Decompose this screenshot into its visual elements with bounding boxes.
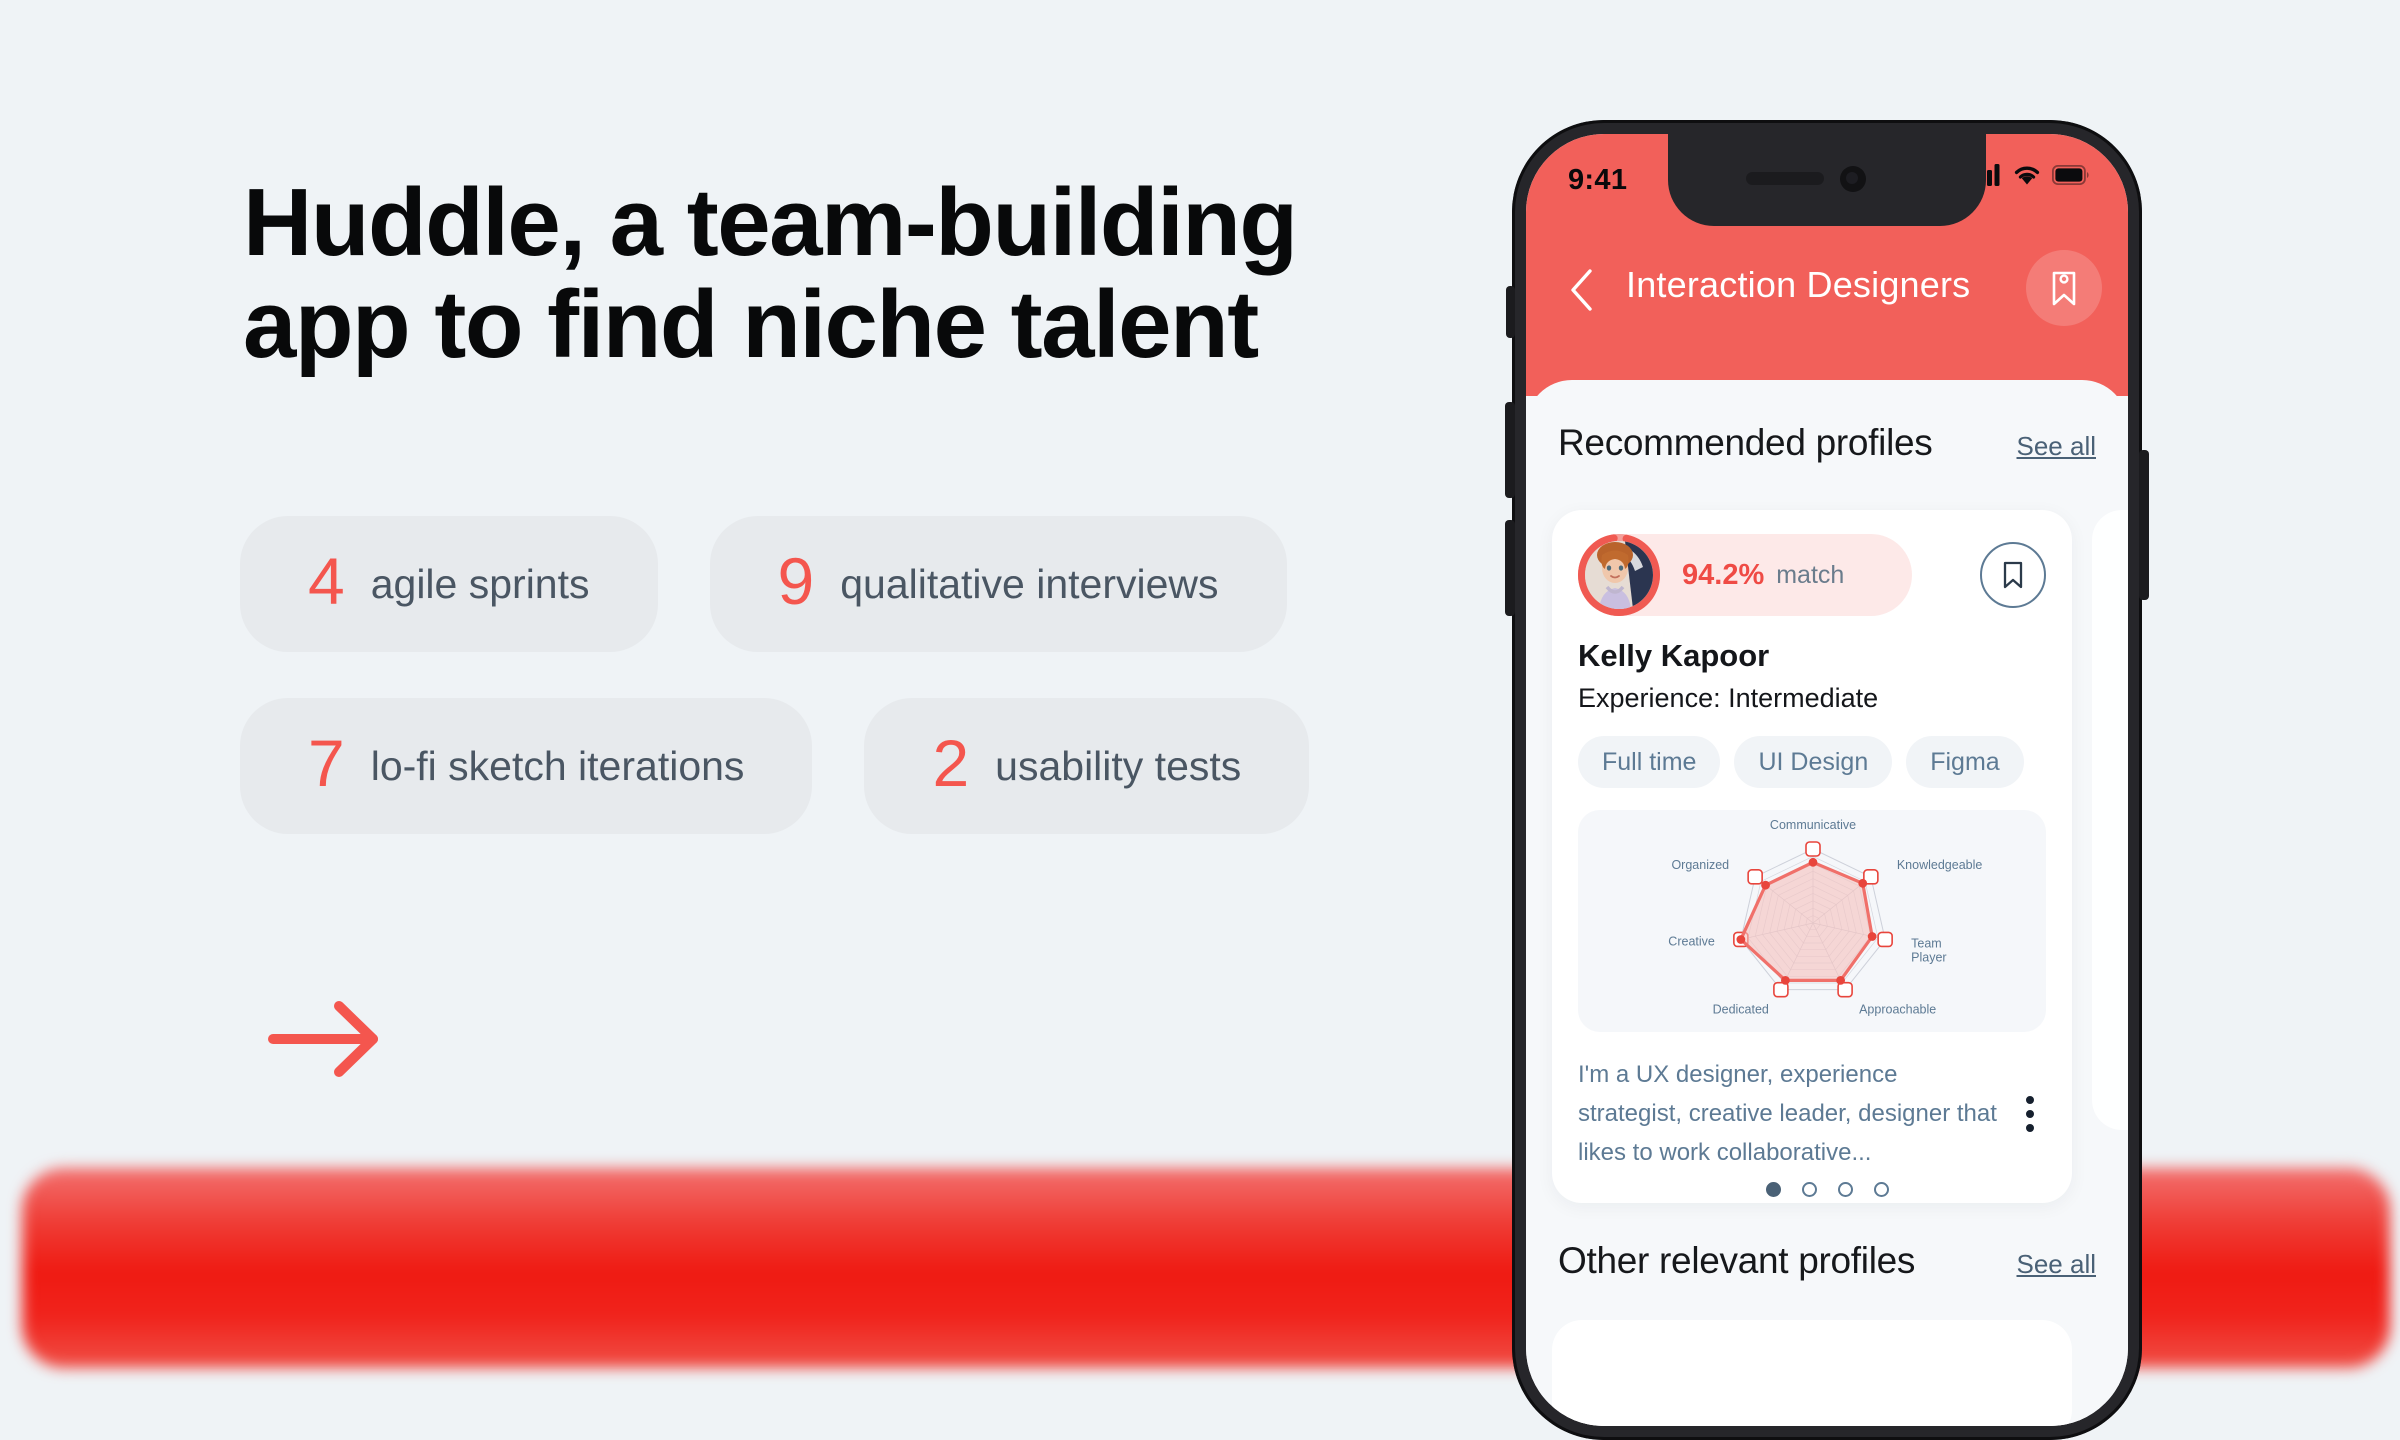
- radar-axis-label: Organized: [1671, 858, 1729, 872]
- stat-label: lo-fi sketch iterations: [370, 742, 745, 789]
- avatar-portrait-icon: [1585, 541, 1653, 609]
- profile-more-button[interactable]: [2014, 1096, 2046, 1133]
- other-profile-card[interactable]: [1552, 1320, 2072, 1426]
- app-body: Recommended profiles See all 94.2% match…: [1526, 380, 2128, 1426]
- next-slide-button[interactable]: [265, 1000, 385, 1083]
- stats-grid: 4 agile sprints 9 qualitative interviews…: [240, 516, 1420, 880]
- stat-pill-usability-tests: 2 usability tests: [864, 698, 1310, 834]
- radar-axis-label: Dedicated: [1713, 1003, 1769, 1017]
- section-title: Recommended profiles: [1558, 422, 1933, 463]
- left-content: Huddle, a team-building app to find nich…: [0, 0, 1480, 1350]
- see-all-recommended-link[interactable]: See all: [2017, 431, 2097, 462]
- section-title: Other relevant profiles: [1558, 1240, 1916, 1281]
- stat-label: qualitative interviews: [840, 560, 1219, 607]
- carousel-dot[interactable]: [1873, 1182, 1889, 1197]
- stat-label: agile sprints: [370, 560, 590, 607]
- arrow-right-icon: [268, 1001, 378, 1077]
- page-title: Huddle, a team-building app to find nich…: [243, 172, 1473, 376]
- stat-pill-lofi-sketch-iterations: 7 lo-fi sketch iterations: [240, 698, 813, 834]
- see-all-other-link[interactable]: See all: [2017, 1249, 2097, 1280]
- stat-number: 7: [308, 726, 345, 800]
- carousel-dot[interactable]: [1837, 1182, 1853, 1197]
- radar-chart-svg: Communicative Knowledgeable TeamPlayer Appr…: [1668, 818, 1983, 1017]
- status-bar-time: 9:41: [1568, 164, 1628, 196]
- kebab-menu-icon: [2026, 1110, 2034, 1119]
- back-button[interactable]: [1554, 262, 1610, 318]
- match-percent: 94.2%: [1682, 558, 1765, 591]
- notch-front-camera: [1840, 166, 1866, 192]
- carousel-dot[interactable]: [1801, 1182, 1817, 1197]
- stat-pill-agile-sprints: 4 agile sprints: [240, 516, 658, 652]
- match-label: match: [1776, 560, 1845, 589]
- kebab-menu-icon: [2026, 1124, 2034, 1133]
- wifi-icon: [2014, 166, 2040, 184]
- match-row: 94.2% match: [1578, 534, 2046, 616]
- carousel-pagination: [1526, 1182, 2128, 1197]
- bookmark-icon: [2052, 271, 2076, 306]
- stat-number: 4: [308, 544, 345, 618]
- section-header-other: Other relevant profiles See all: [1526, 1240, 2128, 1296]
- stat-pill-qualitative-interviews: 9 qualitative interviews: [709, 516, 1287, 652]
- profile-bio-row: I'm a UX designer, experience strategist…: [1578, 1056, 2046, 1173]
- radar-axis-label: Player: [1911, 950, 1946, 964]
- status-bar-icons: [1972, 164, 2090, 186]
- chevron-left-icon: [1571, 269, 1592, 311]
- save-profile-button[interactable]: [1980, 542, 2046, 608]
- nav-title: Interaction Designers: [1626, 264, 1971, 305]
- headline-line-2: app to find niche talent: [243, 270, 1259, 378]
- profile-name: Kelly Kapoor: [1578, 638, 1770, 673]
- phone-notch: [1668, 134, 1986, 226]
- bookmark-outline-icon: [2003, 561, 2023, 589]
- profile-experience: Experience: Intermediate: [1578, 683, 1879, 713]
- radar-axis-label: Knowledgeable: [1897, 858, 1983, 872]
- carousel-dot[interactable]: [1765, 1182, 1781, 1197]
- section-header-recommended: Recommended profiles See all: [1526, 422, 2128, 478]
- stat-number: 9: [777, 544, 815, 618]
- profile-tags: Full time UI Design Figma: [1578, 736, 2046, 788]
- phone-volume-up-button[interactable]: [1505, 402, 1515, 498]
- phone-volume-down-button[interactable]: [1505, 520, 1515, 616]
- stats-row-2: 7 lo-fi sketch iterations 2 usability te…: [240, 698, 1420, 834]
- next-profile-card-peek[interactable]: [2092, 510, 2128, 1130]
- phone-screen: 9:41 Interaction Designers Recommended p…: [1526, 134, 2128, 1426]
- avatar-photo: [1585, 541, 1653, 609]
- phone-mockup: 9:41 Interaction Designers Recommended p…: [1505, 120, 2149, 1440]
- profile-bio: I'm a UX designer, experience strategist…: [1578, 1061, 1997, 1166]
- radar-axis-label: Creative: [1668, 934, 1715, 948]
- header-bookmark-button[interactable]: [2026, 250, 2102, 326]
- radar-axis-label: Communicative: [1770, 818, 1856, 832]
- phone-mute-switch[interactable]: [1506, 286, 1515, 338]
- nav-bar: Interaction Designers: [1526, 244, 2128, 340]
- tag-ui-design[interactable]: UI Design: [1734, 736, 1893, 788]
- stat-label: usability tests: [995, 742, 1242, 789]
- stat-number: 2: [932, 726, 970, 800]
- radar-axis-label: Approachable: [1859, 1003, 1936, 1017]
- tag-figma[interactable]: Figma: [1906, 736, 2024, 788]
- headline-line-1: Huddle, a team-building: [243, 169, 1298, 276]
- stats-row-1: 4 agile sprints 9 qualitative interviews: [240, 516, 1420, 652]
- battery-icon: [2052, 165, 2089, 185]
- match-badge: 94.2% match: [1578, 534, 1912, 616]
- kebab-menu-icon: [2026, 1096, 2034, 1105]
- notch-speaker: [1746, 172, 1824, 185]
- radar-chart: Communicative Knowledgeable Team Player Appr…: [1578, 810, 2046, 1032]
- radar-axis-label: Team: [1911, 936, 1942, 950]
- avatar: [1578, 534, 1660, 616]
- phone-power-button[interactable]: [2139, 450, 2149, 600]
- profile-card[interactable]: 94.2% match Kelly Kapoor Experience: Int…: [1552, 510, 2072, 1203]
- app-header: 9:41 Interaction Designers: [1526, 134, 2128, 396]
- tag-full-time[interactable]: Full time: [1578, 736, 1721, 788]
